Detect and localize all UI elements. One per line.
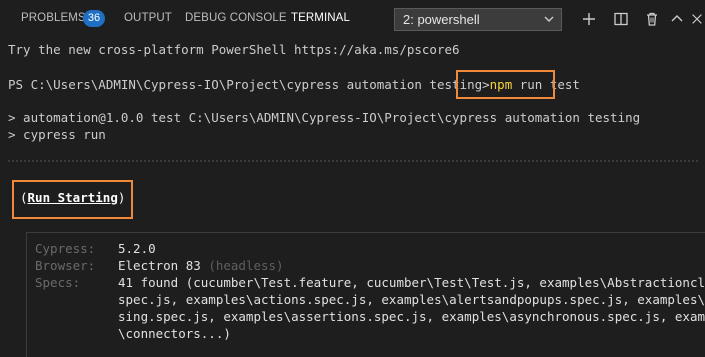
tab-terminal[interactable]: TERMINAL xyxy=(291,12,350,24)
specs-line: spec.js, examples\actions.spec.js, examp… xyxy=(118,292,705,307)
tab-problems[interactable]: PROBLEMS xyxy=(21,12,86,24)
terminal-line-pscore: Try the new cross-platform PowerShell ht… xyxy=(8,42,460,57)
terminal-line-cypress-run: > cypress run xyxy=(8,127,106,142)
plus-icon[interactable] xyxy=(581,11,597,27)
panel-tab-bar: PROBLEMS 36 OUTPUT DEBUG CONSOLE TERMINA… xyxy=(0,0,705,38)
tab-output[interactable]: OUTPUT xyxy=(124,12,172,24)
browser-key: Browser: xyxy=(35,258,96,273)
specs-key: Specs: xyxy=(35,275,81,290)
specs-line: \connectors...) xyxy=(118,326,231,341)
terminal-select[interactable]: 2: powershell xyxy=(394,8,562,31)
terminal-line-script: > automation@1.0.0 test C:\Users\ADMIN\C… xyxy=(8,110,641,125)
trash-icon[interactable] xyxy=(644,11,660,27)
chevron-up-icon[interactable] xyxy=(669,11,685,27)
specs-line: 41 found (cucumber\Test.feature, cucumbe… xyxy=(118,275,705,290)
cypress-key: Cypress: xyxy=(35,241,96,256)
prompt-path: PS C:\Users\ADMIN\Cypress-IO\Project\cyp… xyxy=(8,77,490,92)
run-starting-highlight-box xyxy=(12,180,133,219)
close-icon[interactable] xyxy=(690,11,704,27)
problems-count-badge: 36 xyxy=(83,10,105,27)
terminal-separator xyxy=(8,160,698,162)
cypress-version: 5.2.0 xyxy=(118,241,156,256)
split-icon[interactable] xyxy=(613,11,629,27)
tab-debug-console[interactable]: DEBUG CONSOLE xyxy=(185,12,287,24)
terminal-select-value: 2: powershell xyxy=(403,12,480,27)
command-highlight-box xyxy=(456,70,555,99)
specs-line: sing.spec.js, examples\assertions.spec.j… xyxy=(118,309,705,324)
browser-headless: (headless) xyxy=(200,258,284,273)
browser-value: Electron 83 (headless) xyxy=(118,258,284,273)
chevron-down-icon xyxy=(544,16,554,22)
